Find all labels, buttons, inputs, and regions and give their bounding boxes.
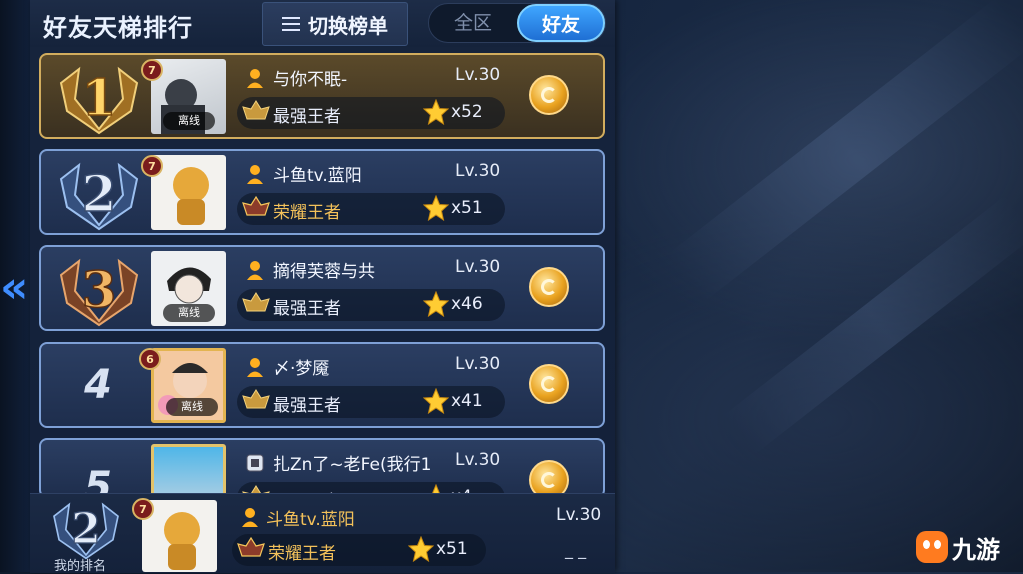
rank-number: 3 <box>82 260 117 319</box>
avatar[interactable]: 离线 <box>151 348 226 423</box>
my-tier-name: 荣耀王者 <box>268 544 336 564</box>
tier-name: 最强王者 <box>273 107 341 127</box>
offline-status: 离线 <box>163 304 215 322</box>
offline-status: 离线 <box>166 398 218 416</box>
rank-2-emblem-icon: 2 <box>59 162 139 231</box>
tier-name: 最强王者 <box>273 396 341 416</box>
rank-number: 4 <box>84 362 112 408</box>
offline-status: 离线 <box>163 112 215 130</box>
player-name: 扎Zn了~老Fe(我行1 <box>273 455 432 475</box>
king-tier-icon <box>242 100 270 120</box>
friend-icon <box>242 508 258 527</box>
star-count: x52 <box>451 102 483 122</box>
ranking-row-5[interactable]: 5 扎Zn了~老Fe(我行1 Lv.30 最强王者 x4 <box>39 438 605 498</box>
star-icon <box>423 195 449 221</box>
tier-name: 荣耀王者 <box>273 203 341 223</box>
player-level: Lv.30 <box>455 354 501 374</box>
star-count: x46 <box>451 294 483 314</box>
glory-king-tier-icon <box>242 195 270 216</box>
game-center-icon <box>246 454 264 472</box>
my-rank-number: 2 <box>71 503 100 553</box>
vip-level-badge: 7 <box>141 59 163 81</box>
rank-1-emblem-icon: 1 <box>59 66 139 135</box>
gift-icon[interactable] <box>529 267 569 307</box>
tab-friends[interactable]: 好友 <box>517 4 605 42</box>
my-rank-label: 我的排名 <box>54 559 107 574</box>
friend-icon <box>247 69 263 88</box>
logo-mascot-icon <box>916 531 948 563</box>
player-level: Lv.30 <box>455 161 501 181</box>
player-level: Lv.30 <box>455 450 501 470</box>
star-icon <box>423 388 449 414</box>
glory-king-tier-icon <box>237 536 265 557</box>
list-icon <box>282 17 300 31</box>
player-name: 与你不眠- <box>273 70 348 90</box>
star-icon <box>423 291 449 317</box>
rank-number: 2 <box>82 164 117 223</box>
friend-icon <box>247 261 263 280</box>
star-count: x51 <box>451 198 483 218</box>
rank-number: 1 <box>82 68 117 127</box>
vip-level-badge: 6 <box>139 348 161 370</box>
my-rank-emblem-icon: 2 <box>53 502 119 560</box>
my-player-name: 斗鱼tv.蓝阳 <box>266 510 355 530</box>
player-name: 斗鱼tv.蓝阳 <box>273 166 362 186</box>
star-icon <box>423 99 449 125</box>
scope-toggle: 全区 好友 <box>428 3 606 43</box>
page-title: 好友天梯排行 <box>43 14 193 42</box>
gift-icon[interactable] <box>529 364 569 404</box>
player-name: 〆·梦魇 <box>273 359 330 379</box>
star-count: x41 <box>451 391 483 411</box>
my-player-level: Lv.30 <box>556 505 602 525</box>
star-icon <box>408 536 434 562</box>
avatar[interactable] <box>151 444 226 496</box>
ranking-row-1[interactable]: 1 7 离线 与你不眠- Lv.30 最强王者 x52 <box>39 53 605 139</box>
vip-level-badge: 7 <box>132 498 154 520</box>
ranking-row-3[interactable]: 3 离线 摘得芙蓉与共 Lv.30 最强王者 x46 <box>39 245 605 331</box>
player-name: 摘得芙蓉与共 <box>273 262 375 282</box>
player-level: Lv.30 <box>455 257 501 277</box>
king-tier-icon <box>242 389 270 409</box>
gift-icon[interactable] <box>529 75 569 115</box>
ranking-row-4[interactable]: 4 6 离线 〆·梦魇 Lv.30 最强王者 x41 <box>39 342 605 428</box>
watermark-text: 九游 <box>952 535 1000 564</box>
my-extra-text: _ _ <box>565 540 587 559</box>
player-level: Lv.30 <box>455 65 501 85</box>
rank-3-emblem-icon: 3 <box>59 258 139 327</box>
friend-icon <box>247 358 263 377</box>
my-star-count: x51 <box>436 539 468 559</box>
vip-level-badge: 7 <box>141 155 163 177</box>
switch-list-label: 切换榜单 <box>308 13 388 38</box>
avatar[interactable]: 离线 <box>151 251 226 326</box>
ranking-row-2[interactable]: 2 7 斗鱼tv.蓝阳 Lv.30 荣耀王者 x51 <box>39 149 605 235</box>
friend-icon <box>247 165 263 184</box>
king-tier-icon <box>242 292 270 312</box>
back-arrow-icon[interactable]: « <box>0 258 28 318</box>
tab-all-region[interactable]: 全区 <box>429 4 517 42</box>
watermark-logo: 九游 <box>916 526 1020 568</box>
tier-name: 最强王者 <box>273 299 341 319</box>
switch-list-button[interactable]: 切换榜单 <box>262 2 408 46</box>
